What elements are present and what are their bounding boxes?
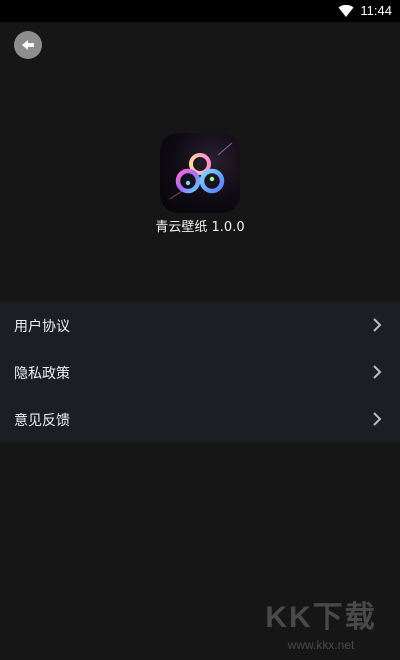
watermark: KK下载 www.kkx.net	[256, 592, 386, 652]
status-time: 11:44	[360, 3, 392, 18]
menu-item-label: 意见反馈	[14, 413, 70, 429]
watermark-url: www.kkx.net	[287, 638, 355, 652]
menu-item-user-agreement[interactable]: 用户协议	[0, 302, 400, 349]
app-name-version: 青云壁纸 1.0.0	[155, 220, 245, 235]
chevron-right-icon	[373, 365, 382, 379]
menu-item-label: 隐私政策	[14, 366, 70, 382]
watermark-logo: KK下载	[265, 601, 377, 634]
back-button[interactable]	[14, 31, 42, 59]
menu-item-privacy-policy[interactable]: 隐私政策	[0, 349, 400, 396]
wifi-icon	[338, 4, 354, 17]
app-logo-icon	[160, 133, 240, 213]
menu-item-feedback[interactable]: 意见反馈	[0, 396, 400, 443]
chevron-right-icon	[373, 412, 382, 426]
status-bar: 11:44	[0, 0, 400, 22]
chevron-right-icon	[373, 318, 382, 332]
back-arrow-icon	[22, 40, 34, 50]
menu-item-label: 用户协议	[14, 319, 70, 335]
settings-menu: 用户协议 隐私政策 意见反馈	[0, 302, 400, 442]
